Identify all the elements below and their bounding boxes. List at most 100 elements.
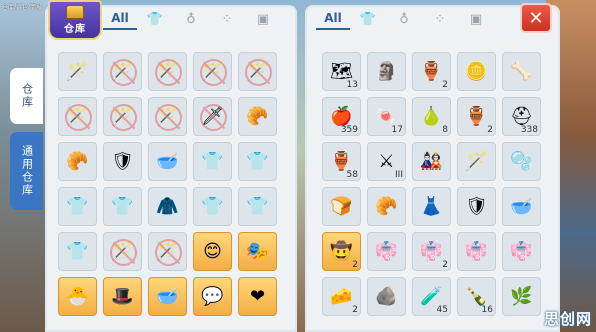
chick-icon: 🐣 bbox=[66, 285, 89, 307]
inventory-item-slot[interactable]: 🏺 2 bbox=[412, 52, 451, 91]
inventory-item-slot[interactable]: 🫧 bbox=[502, 142, 541, 181]
shirt-icon[interactable]: 👕 bbox=[350, 8, 386, 30]
warehouse-item-slot[interactable]: 🪄 bbox=[238, 52, 277, 91]
warehouse-item-slot[interactable]: 🪄 bbox=[58, 97, 97, 136]
armor-icon: 🛡 bbox=[465, 195, 488, 217]
inventory-item-slot[interactable]: 🏺 2 bbox=[457, 97, 496, 136]
prohibited-icon bbox=[200, 59, 227, 86]
candy-icon: 🍬 bbox=[375, 105, 398, 127]
warehouse-item-slot[interactable]: 👕 bbox=[238, 142, 277, 181]
inventory-item-slot[interactable]: 🪨 bbox=[367, 277, 406, 316]
tab-all[interactable]: All bbox=[316, 8, 350, 30]
side-tab-shared-warehouse[interactable]: 通用仓库 bbox=[10, 132, 43, 210]
slime-icon: 🫧 bbox=[510, 150, 533, 172]
close-button[interactable]: ✕ bbox=[520, 3, 552, 33]
potion-icon[interactable]: ♁ bbox=[173, 8, 209, 30]
vase-icon: 🏺 bbox=[330, 150, 353, 172]
warehouse-item-slot[interactable]: 👕 bbox=[238, 187, 277, 226]
warehouse-item-slot[interactable]: 👕 bbox=[58, 232, 97, 271]
inventory-item-slot[interactable]: 👘 bbox=[457, 232, 496, 271]
warehouse-item-slot[interactable]: 🪄 bbox=[148, 97, 187, 136]
potion-icon[interactable]: ♁ bbox=[386, 8, 422, 30]
watermark: 思创网 bbox=[543, 310, 592, 328]
warehouse-item-slot[interactable]: 🥐 bbox=[238, 97, 277, 136]
warehouse-item-slot[interactable]: 👕 bbox=[58, 187, 97, 226]
grid-icon[interactable]: ⁘ bbox=[209, 8, 245, 30]
item-quantity: 16 bbox=[481, 305, 493, 315]
inventory-item-slot[interactable]: 👘 bbox=[367, 232, 406, 271]
inventory-item-slot[interactable]: ⛑ 338 bbox=[502, 97, 541, 136]
inventory-item-slot[interactable]: 🥣 bbox=[502, 187, 541, 226]
inventory-item-slot[interactable]: 🦴 bbox=[502, 52, 541, 91]
chest-icon bbox=[66, 5, 84, 19]
inventory-item-slot[interactable]: 🤠 2 bbox=[322, 232, 361, 271]
croissant-icon: 🥐 bbox=[246, 105, 269, 127]
inventory-item-slot[interactable]: 🏺 58 bbox=[322, 142, 361, 181]
shirt-icon: 👕 bbox=[201, 150, 224, 172]
inventory-item-slot[interactable]: 🍾 16 bbox=[457, 277, 496, 316]
inventory-item-slot[interactable]: 🍎 359 bbox=[322, 97, 361, 136]
inventory-item-slot[interactable]: 🍐 8 bbox=[412, 97, 451, 136]
warehouse-item-slot[interactable]: 🥐 bbox=[58, 142, 97, 181]
prohibited-icon bbox=[245, 59, 272, 86]
warehouse-item-slot[interactable]: 🎭 bbox=[238, 232, 277, 271]
potion-icon: 🧪 bbox=[420, 285, 443, 307]
inventory-item-slot[interactable]: 🎎 bbox=[412, 142, 451, 181]
croissant-icon: 🥐 bbox=[375, 195, 398, 217]
tab-all[interactable]: All bbox=[103, 8, 137, 30]
card-icon[interactable]: ▣ bbox=[458, 8, 494, 30]
warehouse-item-slot[interactable]: 🪄 bbox=[103, 232, 142, 271]
croissant-icon: 🥐 bbox=[66, 150, 89, 172]
warehouse-item-slot[interactable]: 🛡 bbox=[103, 142, 142, 181]
warehouse-item-slot[interactable]: 💬 bbox=[193, 277, 232, 316]
inventory-item-slot[interactable]: 🍬 17 bbox=[367, 97, 406, 136]
warehouse-item-slot[interactable]: 🪄 bbox=[103, 52, 142, 91]
clothing-icon: 👘 bbox=[465, 240, 488, 262]
prohibited-icon bbox=[110, 59, 137, 86]
inventory-item-slot[interactable]: 🛡 bbox=[457, 187, 496, 226]
warehouse-item-slot[interactable]: 🧥 bbox=[148, 187, 187, 226]
shirt-icon: 👕 bbox=[111, 195, 134, 217]
inventory-item-slot[interactable]: 👘 bbox=[502, 232, 541, 271]
shirt-icon[interactable]: 👕 bbox=[137, 8, 173, 30]
inventory-item-slot[interactable]: 🗺 13 bbox=[322, 52, 361, 91]
warehouse-item-slot[interactable]: 🥣 bbox=[148, 142, 187, 181]
warehouse-item-slot[interactable]: 😊 bbox=[193, 232, 232, 271]
inventory-item-slot[interactable]: 🪙 bbox=[457, 52, 496, 91]
prohibited-icon bbox=[155, 59, 182, 86]
inventory-item-slot[interactable]: 🍞 bbox=[322, 187, 361, 226]
shirt-icon: 👕 bbox=[246, 150, 269, 172]
warehouse-item-slot[interactable]: 🗡 bbox=[193, 97, 232, 136]
inventory-item-slot[interactable]: 🥐 bbox=[367, 187, 406, 226]
inventory-item-slot[interactable]: ⚔ III bbox=[367, 142, 406, 181]
warehouse-item-slot[interactable]: 🪄 bbox=[103, 97, 142, 136]
inventory-filter-tabs: All 👕 ♁ ⁘ ▣ bbox=[316, 8, 494, 30]
inventory-item-slot[interactable]: 🧀 2 bbox=[322, 277, 361, 316]
warehouse-item-slot[interactable]: 🪄 bbox=[193, 52, 232, 91]
warehouse-item-slot[interactable]: 🥣 bbox=[148, 277, 187, 316]
inventory-item-slot[interactable]: 🗿 bbox=[367, 52, 406, 91]
warehouse-item-slot[interactable]: 🪄 bbox=[148, 52, 187, 91]
pear-icon: 🍐 bbox=[420, 105, 443, 127]
inventory-item-slot[interactable]: 🌿 bbox=[502, 277, 541, 316]
bread-icon: 🍞 bbox=[330, 195, 353, 217]
fossil-icon: 🦴 bbox=[510, 60, 533, 82]
card-icon[interactable]: ▣ bbox=[245, 8, 281, 30]
warehouse-item-slot[interactable]: 👕 bbox=[193, 142, 232, 181]
warehouse-item-grid: 🪄 🪄 🪄 🪄 🪄 🪄 🪄 🪄 🗡 🥐 🥐 🛡 🥣 👕 👕 👕 👕 🧥 👕 👕 👕 🪄 🪄 😊 🎭 🐣 🎩 🥣 💬 ❤ bbox=[58, 52, 277, 316]
warehouse-item-slot[interactable]: 👕 bbox=[193, 187, 232, 226]
warehouse-item-slot[interactable]: ❤ bbox=[238, 277, 277, 316]
inventory-item-slot[interactable]: 👘 2 bbox=[412, 232, 451, 271]
inventory-item-slot[interactable]: 🧪 45 bbox=[412, 277, 451, 316]
warehouse-item-slot[interactable]: 🪄 bbox=[148, 232, 187, 271]
warehouse-item-slot[interactable]: 👕 bbox=[103, 187, 142, 226]
grid-icon[interactable]: ⁘ bbox=[422, 8, 458, 30]
warehouse-item-slot[interactable]: 🎩 bbox=[103, 277, 142, 316]
side-tab-warehouse[interactable]: 仓库 bbox=[10, 68, 43, 124]
inventory-item-slot[interactable]: 👗 bbox=[412, 187, 451, 226]
inventory-item-slot[interactable]: 🪄 bbox=[457, 142, 496, 181]
warehouse-item-slot[interactable]: 🪄 bbox=[58, 52, 97, 91]
warehouse-item-slot[interactable]: 🐣 bbox=[58, 277, 97, 316]
item-quantity: 2 bbox=[487, 125, 493, 135]
hat-icon: 🎩 bbox=[111, 285, 134, 307]
